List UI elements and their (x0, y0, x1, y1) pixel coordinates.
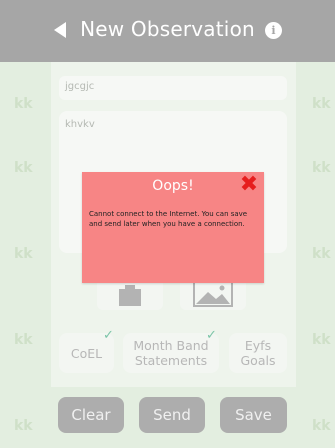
info-icon[interactable]: i (265, 22, 282, 39)
category-label: Eyfs Goals (240, 338, 276, 368)
dialog-title: Oops! (152, 178, 194, 194)
bg-pattern-text: kk (312, 160, 331, 176)
category-label: CoEL (70, 345, 103, 361)
page-title: New Observation (80, 17, 255, 41)
dialog-message: Cannot connect to the Internet. You can … (89, 210, 248, 228)
checkmark-icon: ✓ (103, 328, 114, 343)
checkmark-icon: ✓ (206, 328, 217, 343)
clear-button[interactable]: Clear (58, 397, 124, 433)
error-dialog: Oops! ✖ Cannot connect to the Internet. … (82, 172, 264, 283)
bg-pattern-text: kk (312, 332, 331, 348)
title-input[interactable]: jgcgjc (59, 76, 287, 100)
category-button-eyfs[interactable]: Eyfs Goals (229, 333, 287, 373)
bg-pattern-text: kk (312, 246, 331, 262)
header-bar: New Observation i (0, 0, 335, 62)
bg-pattern-text: kk (14, 160, 33, 176)
bg-pattern-text: kk (14, 332, 33, 348)
send-button[interactable]: Send (139, 397, 205, 433)
close-icon[interactable]: ✖ (238, 174, 260, 196)
category-button-month-band[interactable]: Month Band Statements (123, 333, 219, 373)
category-label: Month Band Statements (133, 338, 209, 368)
save-button[interactable]: Save (220, 397, 287, 433)
bg-pattern-text: kk (312, 418, 331, 434)
bg-pattern-text: kk (312, 96, 331, 112)
bg-pattern-text: kk (14, 246, 33, 262)
bg-pattern-text: kk (14, 96, 33, 112)
bg-pattern-text: kk (14, 418, 33, 434)
